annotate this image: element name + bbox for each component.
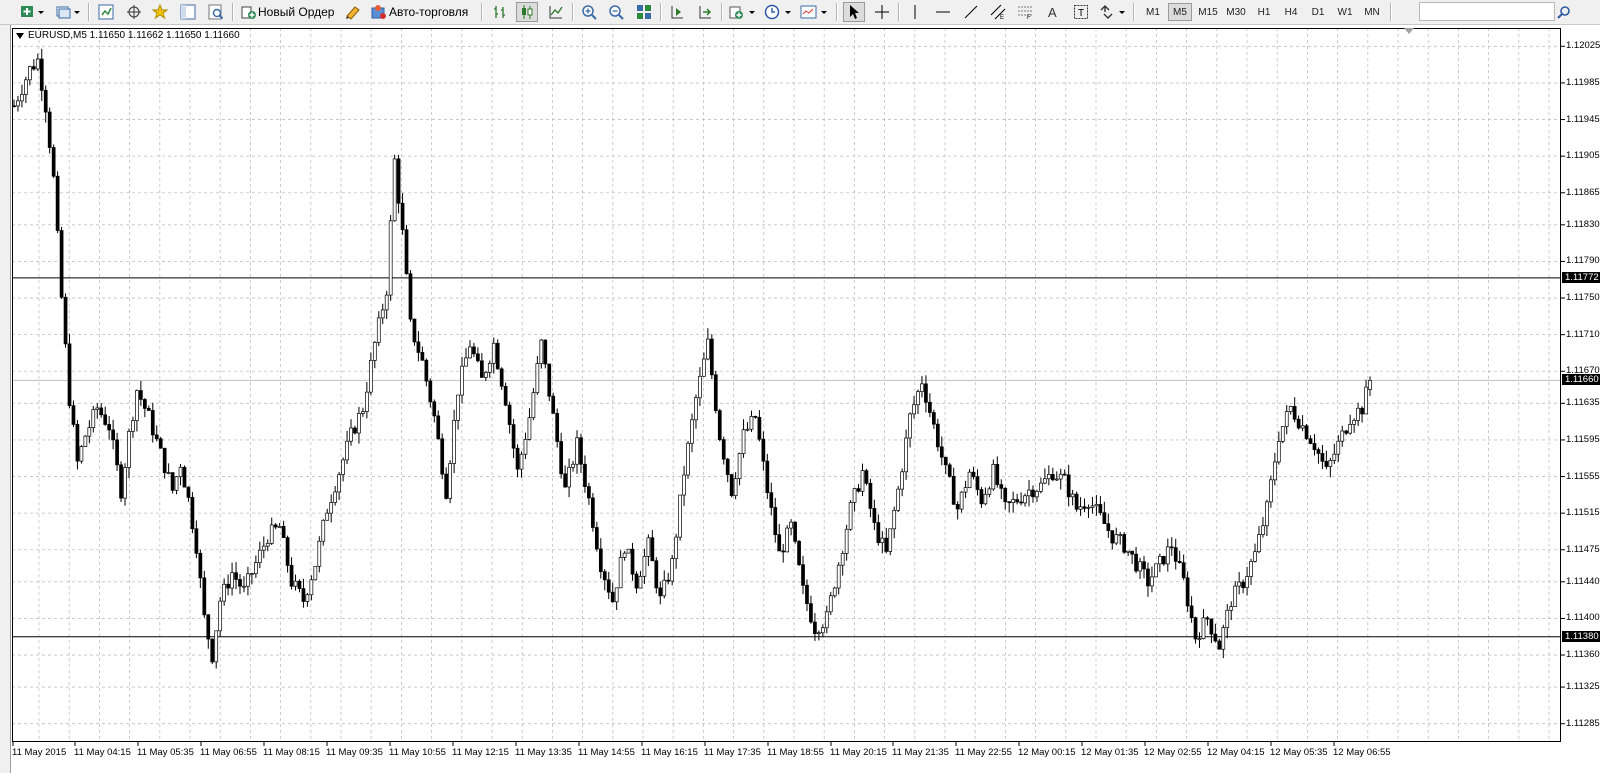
- price-axis-label: 1.11285: [1566, 717, 1600, 729]
- price-axis-label: 1.11985: [1566, 76, 1600, 88]
- time-axis-label: 12 May 01:35: [1081, 747, 1139, 758]
- time-axis-label: 11 May 20:15: [830, 747, 887, 758]
- price-axis-label: 1.11360: [1566, 649, 1600, 661]
- time-axis-label: 11 May 22:55: [955, 747, 1012, 758]
- price-axis-label: 1.11325: [1566, 681, 1600, 693]
- time-axis-label: 11 May 08:15: [263, 747, 320, 758]
- price-axis-label: 1.11750: [1566, 292, 1600, 304]
- time-axis-label: 11 May 10:55: [389, 747, 446, 758]
- time-axis-label: 11 May 18:55: [767, 747, 824, 758]
- chart-shift-marker-icon[interactable]: [1404, 28, 1414, 34]
- time-axis-label: 11 May 09:35: [326, 747, 383, 758]
- time-axis-label: 11 May 17:35: [704, 747, 761, 758]
- price-axis-label: 1.11790: [1566, 255, 1600, 267]
- time-axis-label: 11 May 12:15: [452, 747, 509, 758]
- price-axis-label: 1.11710: [1566, 328, 1600, 340]
- time-axis-label: 11 May 04:15: [74, 747, 131, 758]
- price-axis-label: 1.11595: [1566, 433, 1600, 445]
- time-axis-label: 11 May 2015: [12, 747, 67, 758]
- time-axis-label: 12 May 02:55: [1144, 747, 1202, 758]
- time-axis-label: 11 May 14:55: [578, 747, 635, 758]
- time-axis-label: 12 May 05:35: [1270, 747, 1328, 758]
- price-axis-label: 1.11865: [1566, 186, 1600, 198]
- horizontal-line-price-label: 1.11772: [1562, 271, 1600, 283]
- time-axis-label: 11 May 16:15: [641, 747, 698, 758]
- dropdown-triangle-icon[interactable]: [16, 32, 24, 39]
- price-axis-label: 1.12025: [1566, 40, 1600, 52]
- bid-price-label: 1.11660: [1562, 374, 1600, 386]
- time-axis-label: 12 May 06:55: [1333, 747, 1391, 758]
- chart-symbol-header: EURUSD,M5 1.11650 1.11662 1.11650 1.1166…: [16, 30, 240, 41]
- price-axis-label: 1.11830: [1566, 218, 1600, 230]
- time-axis-label: 12 May 04:15: [1207, 747, 1265, 758]
- price-axis-label: 1.11475: [1566, 543, 1600, 555]
- time-axis-label: 11 May 13:35: [515, 747, 572, 758]
- price-axis-label: 1.11555: [1566, 470, 1600, 482]
- price-axis-label: 1.11945: [1566, 113, 1600, 125]
- horizontal-line-price-label: 1.11380: [1562, 630, 1600, 642]
- price-axis-label: 1.11440: [1566, 575, 1600, 587]
- price-axis-label: 1.11635: [1566, 397, 1600, 409]
- price-axis-label: 1.11905: [1566, 150, 1600, 162]
- chart-plot-area: [12, 28, 1561, 742]
- time-axis-label: 11 May 05:35: [137, 747, 194, 758]
- price-axis-label: 1.11400: [1566, 612, 1600, 624]
- time-axis-label: 11 May 06:55: [200, 747, 257, 758]
- price-axis-label: 1.11515: [1566, 507, 1600, 519]
- symbol-ohlc-text: EURUSD,M5 1.11650 1.11662 1.11650 1.1166…: [28, 30, 240, 41]
- time-axis-label: 11 May 21:35: [892, 747, 949, 758]
- time-axis-label: 12 May 00:15: [1018, 747, 1076, 758]
